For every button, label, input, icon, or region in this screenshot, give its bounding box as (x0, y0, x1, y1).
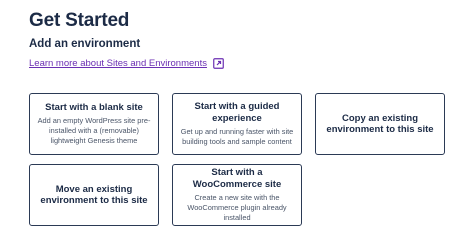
move-environment-card[interactable]: Move an existing environment to this sit… (29, 164, 159, 226)
card-description: Add an empty WordPress site pre-installe… (37, 116, 151, 146)
guided-experience-card[interactable]: Start with a guided experience Get up an… (172, 93, 302, 155)
learn-more-label: Learn more about Sites and Environments (29, 58, 207, 69)
card-title: Copy an existing environment to this sit… (326, 112, 434, 136)
card-description: Create a new site with the WooCommerce p… (187, 193, 287, 222)
card-description: Get up and running faster with site buil… (180, 127, 294, 146)
card-title: Start with a guided experience (194, 101, 280, 124)
blank-site-card[interactable]: Start with a blank site Add an empty Wor… (29, 93, 159, 155)
woocommerce-site-card[interactable]: Start with a WooCommerce site Create a n… (172, 164, 302, 226)
card-title: Move an existing environment to this sit… (40, 183, 148, 207)
section-subtitle: Add an environment (29, 38, 141, 50)
learn-more-link[interactable]: Learn more about Sites and Environments (29, 58, 224, 69)
external-link-icon (213, 58, 224, 69)
card-title: Start with a WooCommerce site (192, 167, 282, 190)
page-title: Get Started (29, 10, 130, 31)
get-started-page: Get Started Add an environment Learn mor… (0, 0, 474, 241)
copy-environment-card[interactable]: Copy an existing environment to this sit… (315, 93, 445, 155)
card-title: Start with a blank site (45, 101, 143, 113)
